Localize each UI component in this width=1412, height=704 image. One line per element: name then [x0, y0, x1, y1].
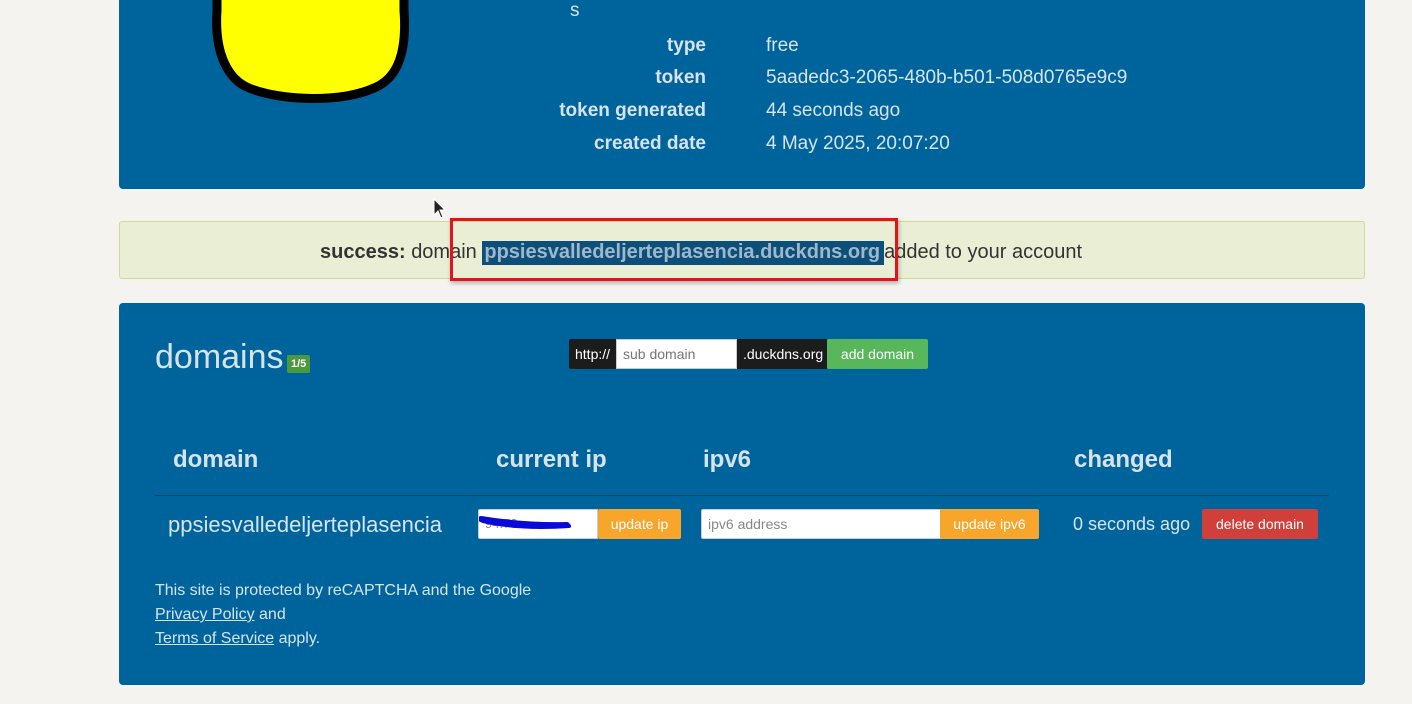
add-domain-button[interactable]: add domain [827, 339, 928, 369]
duckdns-suffix: .duckdns.org [737, 339, 827, 369]
domains-panel: domains 1/5 http:// .duckdns.org add dom… [119, 303, 1365, 685]
ipv6-placeholder: ipv6 address [708, 516, 788, 532]
column-header-changed: changed [1074, 446, 1173, 473]
annotation-highlight-box [450, 218, 898, 281]
privacy-line: Privacy Policy and [155, 603, 531, 627]
column-header-ipv6: ipv6 [703, 446, 752, 473]
and-text: and [259, 606, 286, 623]
delete-domain-button[interactable]: delete domain [1202, 509, 1318, 539]
column-header-domain: domain [173, 446, 259, 473]
terms-of-service-link[interactable]: Terms of Service [155, 630, 274, 647]
privacy-policy-link[interactable]: Privacy Policy [155, 606, 255, 623]
domains-title: domains [155, 338, 284, 376]
update-ip-button[interactable]: update ip [598, 509, 681, 539]
info-label-token: token [655, 67, 706, 88]
domains-count-badge: 1/5 [287, 355, 311, 373]
changed-value: 0 seconds ago [1073, 514, 1191, 534]
terms-line: Terms of Service apply. [155, 627, 531, 651]
current-ip-input[interactable]: 94.73. [478, 509, 598, 539]
account-panel: s type free token 5aadedc3-2065-480b-b50… [119, 0, 1365, 189]
table-divider [155, 495, 1329, 496]
subdomain-input[interactable] [616, 339, 737, 369]
column-header-current-ip: current ip [496, 446, 607, 473]
info-label-created-date: created date [594, 133, 706, 154]
info-value-created-date: 4 May 2025, 20:07:20 [766, 133, 950, 154]
recaptcha-line: This site is protected by reCAPTCHA and … [155, 582, 532, 599]
success-label: success: [320, 241, 406, 263]
account-trailing-text: s [570, 0, 580, 21]
redaction-scribble [479, 516, 571, 529]
apply-text: apply. [278, 630, 321, 647]
info-label-token-generated: token generated [559, 100, 706, 121]
info-label-type: type [666, 35, 706, 56]
mouse-cursor-icon [433, 198, 447, 219]
info-value-token-generated: 44 seconds ago [766, 100, 901, 121]
update-ipv6-button[interactable]: update ipv6 [940, 509, 1039, 539]
info-value-type: free [766, 35, 799, 56]
ipv6-input[interactable]: ipv6 address [701, 509, 941, 539]
recaptcha-notice: This site is protected by reCAPTCHA and … [155, 579, 531, 651]
row-domain-name: ppsiesvalledeljerteplasencia [168, 512, 442, 537]
protocol-prefix: http:// [569, 339, 616, 369]
duck-avatar-icon [212, 0, 409, 103]
success-suffix: added to your account [884, 241, 1082, 263]
info-value-token[interactable]: 5aadedc3-2065-480b-b501-508d0765e9c9 [766, 67, 1127, 89]
